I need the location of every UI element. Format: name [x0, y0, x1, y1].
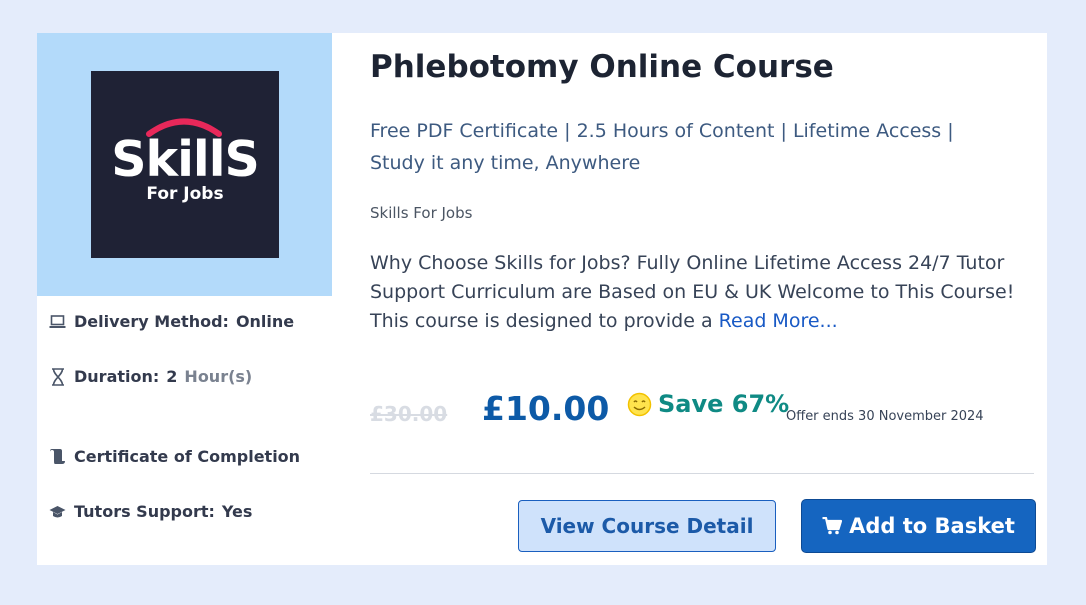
delivery-method-value: Online — [235, 312, 295, 331]
view-course-detail-button[interactable]: View Course Detail — [518, 500, 776, 552]
cart-icon — [822, 517, 843, 535]
current-price: £10.00 — [482, 389, 610, 428]
duration: Duration: 2 Hour(s) — [49, 367, 252, 386]
course-description-text: Why Choose Skills for Jobs? Fully Online… — [370, 252, 1015, 332]
certificate-icon — [49, 448, 66, 465]
duration-value: 2 — [166, 367, 178, 386]
certificate: Certificate of Completion — [49, 447, 300, 466]
course-title[interactable]: Phlebotomy Online Course — [370, 49, 834, 85]
graduation-cap-icon — [49, 503, 66, 520]
course-subtitle: Free PDF Certificate | 2.5 Hours of Cont… — [370, 120, 954, 174]
divider — [370, 473, 1034, 474]
add-to-basket-label: Add to Basket — [849, 514, 1015, 538]
course-thumbnail[interactable]: SkillS For Jobs — [37, 33, 332, 296]
skills-for-jobs-logo: SkillS For Jobs — [91, 71, 279, 258]
read-more-link[interactable]: Read More... — [719, 310, 838, 332]
tutor-support-value: Yes — [221, 502, 253, 521]
course-provider: Skills For Jobs — [370, 204, 473, 222]
old-price: £30.00 — [370, 402, 448, 426]
save-badge: Save 67% — [627, 390, 789, 418]
laptop-icon — [49, 313, 66, 330]
logo-subtext: For Jobs — [146, 184, 224, 204]
course-description: Why Choose Skills for Jobs? Fully Online… — [370, 249, 1035, 336]
smile-icon — [627, 392, 652, 416]
certificate-label: Certificate of Completion — [74, 447, 301, 466]
logo-word: SkillS — [111, 131, 260, 188]
delivery-method: Delivery Method: Online — [49, 312, 294, 331]
view-course-detail-label: View Course Detail — [540, 514, 754, 538]
hourglass-icon — [49, 367, 66, 386]
duration-label: Duration: — [74, 367, 160, 386]
course-sidebar: SkillS For Jobs Delivery Method: Online … — [37, 33, 332, 565]
save-text: Save 67% — [658, 390, 790, 418]
add-to-basket-button[interactable]: Add to Basket — [801, 499, 1036, 553]
tutor-support-label: Tutors Support: — [74, 502, 215, 521]
offer-ends: Offer ends 30 November 2024 — [786, 409, 984, 424]
tutor-support: Tutors Support: Yes — [49, 502, 252, 521]
duration-unit: Hour(s) — [184, 367, 253, 386]
delivery-method-label: Delivery Method: — [74, 312, 229, 331]
course-card: SkillS For Jobs Delivery Method: Online … — [37, 33, 1047, 565]
